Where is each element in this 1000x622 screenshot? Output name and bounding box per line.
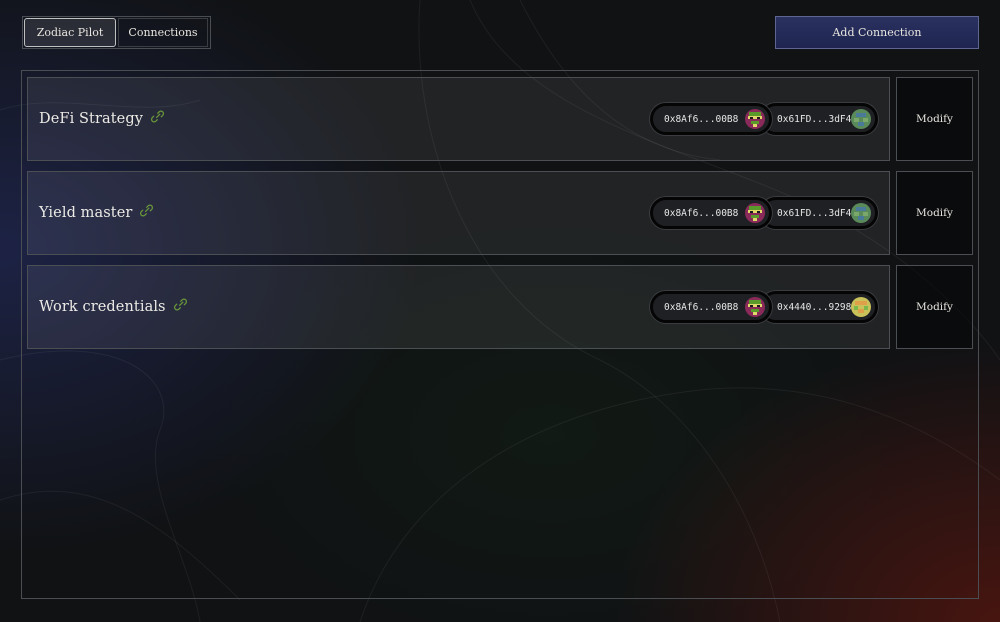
avatar-blockie-avatar [851,297,871,317]
connection-name: Work credentials [39,299,166,315]
connection-name-row: Work credentials [39,266,187,348]
pilot-address: 0x8Af6...00B8 [664,207,739,219]
pilot-address-pill[interactable]: 0x8Af6...00B8 [650,103,772,135]
connection-card[interactable]: DeFi Strategy 0x8Af6...00B8 0x61FD...3dF… [27,77,890,161]
connection-card[interactable]: Work credentials 0x8Af6...00B8 0x4440...… [27,265,890,349]
avatar-blockie-avatar [851,109,871,129]
link-icon [140,204,154,216]
avatar-address: 0x4440...9298 [777,301,852,313]
modify-button[interactable]: Modify [896,171,973,255]
tab-connections[interactable]: Connections [118,18,208,47]
tab-zodiac-pilot[interactable]: Zodiac Pilot [24,18,116,47]
connection-name: Yield master [39,205,133,221]
pilot-address-pill[interactable]: 0x8Af6...00B8 [650,197,772,229]
add-connection-button[interactable]: Add Connection [775,16,979,49]
connection-name-row: DeFi Strategy [39,78,165,160]
pilot-blockie-avatar [745,109,765,129]
avatar-address: 0x61FD...3dF4 [777,207,852,219]
pilot-address: 0x8Af6...00B8 [664,301,739,313]
avatar-blockie-avatar [851,203,871,223]
pilot-address: 0x8Af6...00B8 [664,113,739,125]
modify-button[interactable]: Modify [896,265,973,349]
avatar-address-pill[interactable]: 0x61FD...3dF4 [760,197,878,229]
pilot-blockie-avatar [745,297,765,317]
address-pills: 0x8Af6...00B8 0x4440...9298 [650,291,878,323]
avatar-address-pill[interactable]: 0x4440...9298 [760,291,878,323]
navigation-tabs: Zodiac Pilot Connections [22,16,211,49]
pilot-blockie-avatar [745,203,765,223]
connection-card[interactable]: Yield master 0x8Af6...00B8 0x61FD...3dF4 [27,171,890,255]
link-icon [151,110,165,122]
connection-name: DeFi Strategy [39,111,144,127]
avatar-address-pill[interactable]: 0x61FD...3dF4 [760,103,878,135]
avatar-address: 0x61FD...3dF4 [777,113,852,125]
connection-name-row: Yield master [39,172,154,254]
modify-button[interactable]: Modify [896,77,973,161]
link-icon [173,298,187,310]
address-pills: 0x8Af6...00B8 0x61FD...3dF4 [650,197,878,229]
pilot-address-pill[interactable]: 0x8Af6...00B8 [650,291,772,323]
address-pills: 0x8Af6...00B8 0x61FD...3dF4 [650,103,878,135]
